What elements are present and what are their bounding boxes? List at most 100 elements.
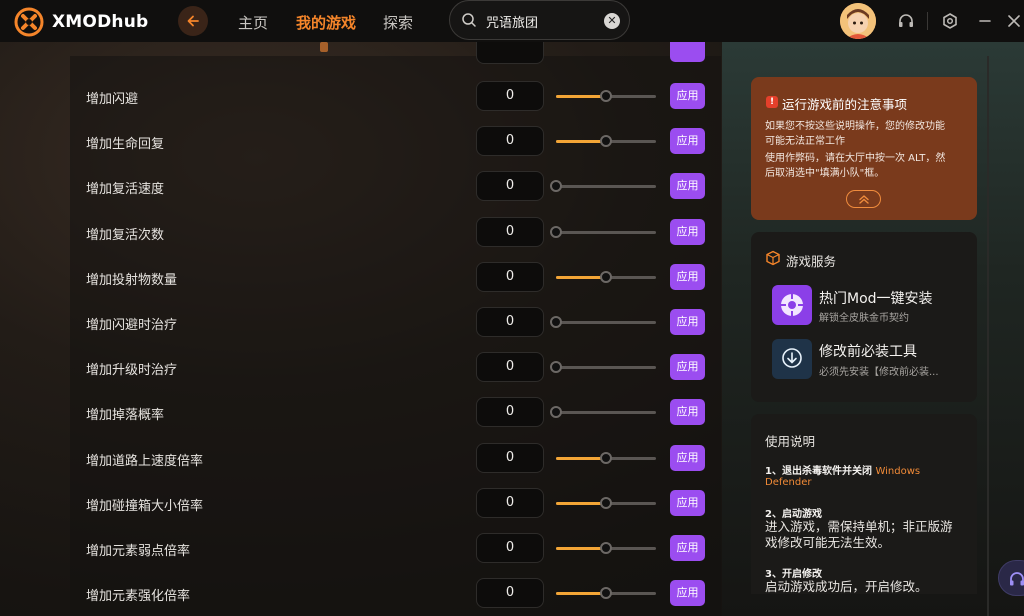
cube-icon [766, 250, 780, 266]
slider-knob[interactable] [600, 452, 612, 464]
slider-knob[interactable] [600, 542, 612, 554]
mod-slider[interactable] [550, 406, 656, 418]
apply-button-partial[interactable] [670, 42, 705, 62]
guide-step1-line: 1、退出杀毒软件并关闭 Windows [765, 462, 920, 477]
mod-label: 增加闪避时治疗 [86, 318, 178, 333]
service-title: 游戏服务 [786, 254, 837, 269]
toolbar-divider [927, 12, 928, 30]
guide-step2-line-2: 戏修改可能无法生效。 [765, 535, 891, 550]
notice-line-2: 可能无法正常工作 [765, 136, 845, 147]
settings-icon[interactable] [941, 12, 959, 30]
guide-step1-highlight-a: Windows [875, 466, 921, 477]
apply-button[interactable]: 应用 [670, 580, 705, 606]
slider-knob[interactable] [600, 271, 612, 283]
apply-button[interactable]: 应用 [670, 128, 705, 154]
slider-knob[interactable] [550, 361, 562, 373]
mod-slider[interactable] [556, 452, 656, 464]
headphones-icon [1010, 572, 1024, 586]
slider-fill [556, 457, 606, 460]
guide-step1-title: 1、退出杀毒软件并关闭 [765, 466, 872, 477]
apply-button[interactable]: 应用 [670, 83, 705, 109]
mod-label: 增加闪避 [86, 92, 139, 107]
mod-value-input[interactable]: 0 [476, 262, 544, 292]
mod-label: 增加投射物数量 [86, 273, 178, 288]
slider-fill [556, 502, 606, 505]
apply-button[interactable]: 应用 [670, 490, 705, 516]
mod-slider[interactable] [556, 271, 656, 283]
mod-value-input[interactable]: 0 [476, 533, 544, 563]
apply-button[interactable]: 应用 [670, 173, 705, 199]
slider-fill [556, 95, 606, 98]
slider-knob[interactable] [550, 316, 562, 328]
top-bar: XMODhub 主页 我的游戏 探索 ✕ [0, 0, 1024, 42]
slider-knob[interactable] [550, 226, 562, 238]
hot-mod-icon[interactable] [772, 285, 812, 325]
notice-line-1: 如果您不按这些说明操作，您的修改功能 [765, 121, 945, 132]
mod-slider[interactable] [550, 226, 656, 238]
required-tool-icon[interactable] [772, 339, 812, 379]
mod-value-input[interactable]: 0 [476, 126, 544, 156]
slider-knob[interactable] [600, 587, 612, 599]
avatar-icon [840, 3, 876, 39]
mod-label: 增加碰撞箱大小倍率 [86, 499, 204, 514]
mod-slider[interactable] [556, 497, 656, 509]
mod-value-input[interactable]: 0 [476, 81, 544, 111]
close-icon[interactable] [1005, 12, 1023, 30]
mod-value-input[interactable]: 0 [476, 307, 544, 337]
value-input-partial[interactable] [476, 42, 544, 64]
slider-fill [556, 140, 606, 143]
app-name: XMODhub [52, 12, 149, 32]
user-avatar[interactable] [840, 3, 876, 39]
mod-slider[interactable] [550, 316, 656, 328]
apply-button[interactable]: 应用 [670, 354, 705, 380]
slider-fill [556, 547, 606, 550]
back-button[interactable] [178, 6, 208, 36]
mod-label: 增加元素强化倍率 [86, 589, 191, 604]
guide-step2-title: 2、启动游戏 [765, 509, 822, 520]
mod-value-input[interactable]: 0 [476, 578, 544, 608]
mod-value-input[interactable]: 0 [476, 443, 544, 473]
search-box[interactable]: ✕ [449, 0, 630, 40]
headset-icon[interactable] [897, 12, 915, 30]
slider-knob[interactable] [550, 180, 562, 192]
minimize-icon[interactable] [976, 12, 994, 30]
mod-label: 增加复活次数 [86, 228, 165, 243]
mod-value-input[interactable]: 0 [476, 488, 544, 518]
mod-slider[interactable] [556, 587, 656, 599]
chevron-up-icon [858, 195, 869, 204]
nav-my-games[interactable]: 我的游戏 [296, 12, 356, 33]
apply-button[interactable]: 应用 [670, 445, 705, 471]
slider-knob[interactable] [550, 406, 562, 418]
mod-value-input[interactable]: 0 [476, 352, 544, 382]
apply-button[interactable]: 应用 [670, 219, 705, 245]
apply-button[interactable]: 应用 [670, 535, 705, 561]
service-item-title-1[interactable]: 热门Mod一键安装 [819, 288, 933, 308]
mod-slider[interactable] [556, 542, 656, 554]
nav-explore[interactable]: 探索 [383, 12, 413, 33]
slider-knob[interactable] [600, 497, 612, 509]
mod-value-input[interactable]: 0 [476, 397, 544, 427]
mod-label: 增加升级时治疗 [86, 363, 178, 378]
xmod-logo-icon [14, 7, 44, 37]
scrollbar[interactable] [987, 56, 989, 616]
slider-knob[interactable] [600, 135, 612, 147]
mod-value-input[interactable]: 0 [476, 171, 544, 201]
mod-slider[interactable] [556, 90, 656, 102]
mod-slider[interactable] [550, 180, 656, 192]
nav-home[interactable]: 主页 [238, 12, 268, 33]
mod-slider[interactable] [556, 135, 656, 147]
background-glow [320, 42, 328, 52]
mod-label: 增加生命回复 [86, 137, 165, 152]
service-item-title-2[interactable]: 修改前必装工具 [819, 341, 917, 361]
apply-button[interactable]: 应用 [670, 399, 705, 425]
app-logo[interactable]: XMODhub [14, 7, 148, 37]
search-input[interactable] [486, 10, 596, 32]
mod-value-input[interactable]: 0 [476, 217, 544, 247]
apply-button[interactable]: 应用 [670, 264, 705, 290]
collapse-notice-button[interactable] [846, 190, 881, 208]
service-item-subtitle-1: 解锁全皮肤金币契约 [819, 313, 909, 324]
clear-search-icon[interactable]: ✕ [604, 13, 620, 29]
slider-knob[interactable] [600, 90, 612, 102]
mod-slider[interactable] [550, 361, 656, 373]
apply-button[interactable]: 应用 [670, 309, 705, 335]
